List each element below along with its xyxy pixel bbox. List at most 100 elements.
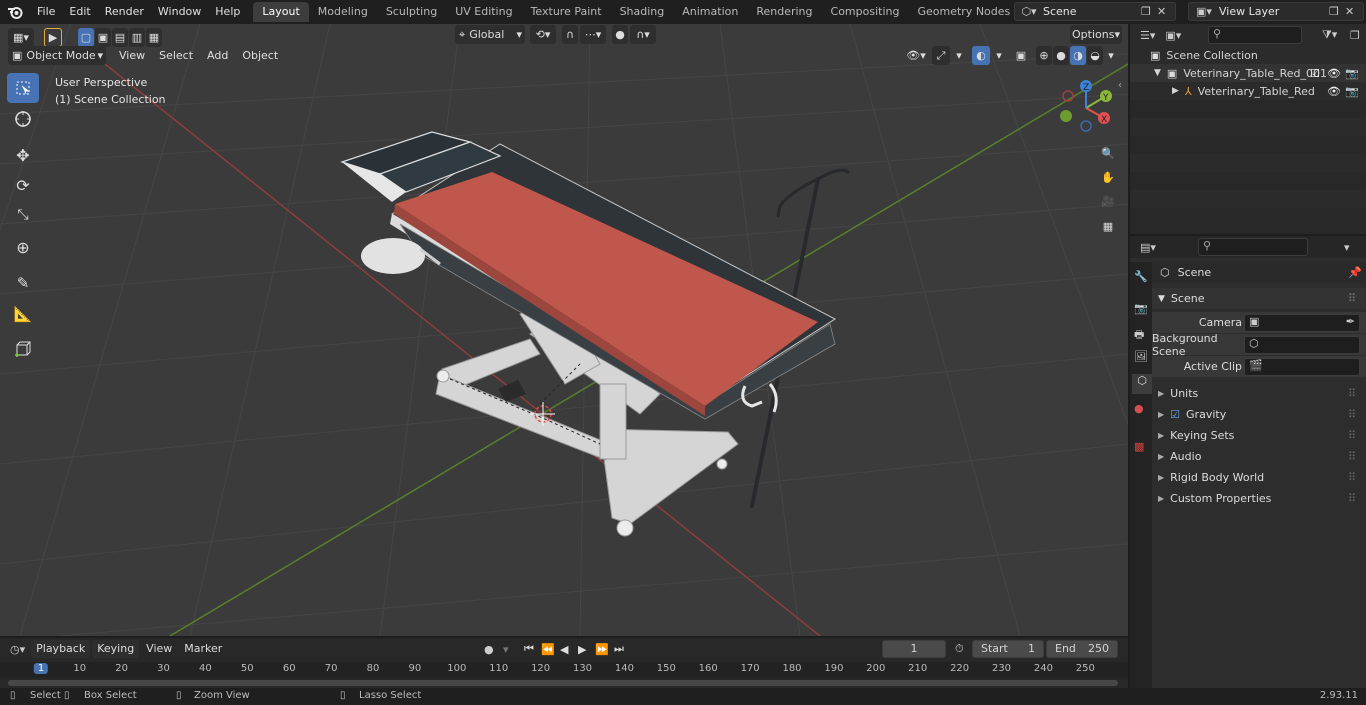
prev-keyframe-icon[interactable]: ⏪ bbox=[541, 643, 555, 656]
select-extend-icon[interactable]: ▣ bbox=[95, 28, 111, 47]
display-mode-icon[interactable]: ▣▾ bbox=[1165, 29, 1181, 42]
section-units[interactable]: ▶ Units ⠿ bbox=[1152, 383, 1366, 404]
menu-file[interactable]: File bbox=[30, 0, 62, 24]
pin-icon[interactable]: 📌 bbox=[1348, 266, 1362, 279]
annotate-tool-icon[interactable]: ✎ bbox=[7, 268, 39, 298]
gravity-checkbox[interactable]: ☑ bbox=[1170, 408, 1180, 421]
menu-window[interactable]: Window bbox=[151, 0, 208, 24]
timeline-menu-view[interactable]: View bbox=[141, 640, 177, 658]
active-clip-field[interactable]: 🎬 bbox=[1244, 358, 1360, 376]
start-frame-field[interactable]: Start 1 bbox=[972, 640, 1044, 658]
tab-shading[interactable]: Shading bbox=[611, 2, 674, 22]
cursor-tool-icon[interactable] bbox=[7, 104, 39, 134]
select-new-icon[interactable]: ▢ bbox=[78, 28, 94, 47]
section-gravity[interactable]: ▶ ☑ Gravity ⠿ bbox=[1152, 404, 1366, 425]
gizmo-dropdown-icon[interactable]: ▾ bbox=[952, 46, 966, 65]
overlay-toggle-icon[interactable]: ◐ bbox=[972, 46, 990, 65]
play-reverse-icon[interactable]: ◀ bbox=[560, 643, 568, 656]
select-intersect-icon[interactable]: ▦ bbox=[146, 28, 162, 47]
scene-tab-icon[interactable]: ⬡ bbox=[1132, 374, 1152, 394]
filter-icon[interactable]: ⧩▾ bbox=[1322, 28, 1337, 42]
select-invert-icon[interactable]: ▥ bbox=[129, 28, 145, 47]
preview-range-icon[interactable]: ⏱ bbox=[955, 642, 964, 656]
play-icon[interactable]: ▶ bbox=[578, 643, 586, 656]
chevron-down-icon[interactable]: ▾ bbox=[1344, 241, 1350, 254]
section-rigid-body-world[interactable]: ▶ Rigid Body World ⠿ bbox=[1152, 467, 1366, 488]
end-frame-field[interactable]: End 250 bbox=[1046, 640, 1118, 658]
outliner-item-collection[interactable]: ▼ ▣ Veterinary_Table_Red_001 ☑ 👁 📷 bbox=[1130, 64, 1366, 82]
drag-handle-icon[interactable]: ⠿ bbox=[1348, 408, 1356, 421]
blender-logo-icon[interactable] bbox=[0, 0, 30, 24]
move-tool-icon[interactable]: ✥ bbox=[7, 140, 39, 170]
tab-animation[interactable]: Animation bbox=[673, 2, 747, 22]
tool-tab-icon[interactable]: 🔧 bbox=[1134, 270, 1148, 283]
new-view-layer-icon[interactable]: ❐ bbox=[1329, 5, 1345, 18]
expand-arrow-icon[interactable]: ▶ bbox=[1172, 86, 1179, 96]
transform-tool-icon[interactable]: ⊕ bbox=[7, 232, 39, 262]
proportional-falloff-button[interactable]: ∩▾ bbox=[630, 25, 656, 44]
background-scene-field[interactable]: ⬡ bbox=[1244, 336, 1360, 354]
keying-dropdown-icon[interactable]: ▾ bbox=[503, 643, 509, 656]
visibility-selectability-button[interactable]: 👁▾ bbox=[902, 46, 930, 65]
scale-tool-icon[interactable]: ⤡ bbox=[7, 200, 39, 230]
timeline-menu-marker[interactable]: Marker bbox=[179, 640, 227, 658]
snap-target-button[interactable]: ⋯▾ bbox=[580, 25, 606, 44]
editor-type-button[interactable]: ▦▾ bbox=[8, 28, 34, 47]
visibility-eye-icon[interactable]: 👁 bbox=[1327, 67, 1341, 80]
tab-modeling[interactable]: Modeling bbox=[309, 2, 377, 22]
section-custom-properties[interactable]: ▶ Custom Properties ⠿ bbox=[1152, 488, 1366, 509]
ortho-toggle-icon[interactable]: ▦ bbox=[1097, 215, 1119, 237]
timeline-menu-keying[interactable]: Keying bbox=[92, 640, 140, 658]
jump-start-icon[interactable]: ⏮ bbox=[524, 642, 534, 656]
wireframe-shading-icon[interactable]: ⊕ bbox=[1036, 46, 1052, 65]
menu-edit[interactable]: Edit bbox=[62, 0, 97, 24]
drag-handle-icon[interactable]: ⠿ bbox=[1348, 387, 1356, 400]
delete-view-layer-icon[interactable]: ✕ bbox=[1345, 5, 1363, 18]
view-layer-tab-icon[interactable]: 🖼 bbox=[1134, 350, 1148, 363]
scene-selector[interactable]: ⬡▾ Scene ❐ ✕ bbox=[1014, 2, 1176, 21]
viewport-canvas[interactable] bbox=[0, 24, 1128, 636]
drag-handle-icon[interactable]: ⠿ bbox=[1348, 292, 1356, 305]
delete-scene-icon[interactable]: ✕ bbox=[1157, 5, 1175, 18]
tab-uv-editing[interactable]: UV Editing bbox=[446, 2, 521, 22]
measure-tool-icon[interactable]: 📐 bbox=[7, 299, 39, 329]
properties-editor-icon[interactable]: ▤▾ bbox=[1140, 241, 1156, 254]
texture-tab-icon[interactable]: ▩ bbox=[1134, 440, 1144, 453]
timeline-scrollbar[interactable] bbox=[8, 680, 1118, 686]
section-keying-sets[interactable]: ▶ Keying Sets ⠿ bbox=[1152, 425, 1366, 446]
jump-end-icon[interactable]: ⏭ bbox=[614, 642, 624, 656]
view-layer-selector[interactable]: ▣▾ View Layer ❐ ✕ bbox=[1188, 2, 1364, 21]
tab-sculpting[interactable]: Sculpting bbox=[377, 2, 446, 22]
navigation-gizmo[interactable]: X Y Z bbox=[1058, 78, 1120, 138]
viewport-menu-view[interactable]: View bbox=[112, 46, 152, 65]
rendered-shading-icon[interactable]: ◒ bbox=[1087, 46, 1103, 65]
viewport-menu-add[interactable]: Add bbox=[200, 46, 235, 65]
solid-shading-icon[interactable]: ● bbox=[1053, 46, 1069, 65]
drag-handle-icon[interactable]: ⠿ bbox=[1348, 471, 1356, 484]
3d-viewport[interactable]: ▦▾ ▶ ▢ ▣ ▤ ▥ ▦ ⌖ Global ▾ ⟲▾ ∩ ⋯▾ ● ∩▾ O… bbox=[0, 24, 1128, 636]
select-box-tool-icon[interactable] bbox=[7, 73, 39, 103]
world-tab-icon[interactable]: ● bbox=[1134, 402, 1144, 415]
tab-compositing[interactable]: Compositing bbox=[822, 2, 909, 22]
transform-orientation-dropdown[interactable]: ⌖ Global ▾ bbox=[455, 25, 525, 44]
render-tab-icon[interactable]: 📷 bbox=[1134, 302, 1148, 315]
menu-help[interactable]: Help bbox=[208, 0, 247, 24]
next-keyframe-icon[interactable]: ⏩ bbox=[595, 643, 609, 656]
select-subtract-icon[interactable]: ▤ bbox=[112, 28, 128, 47]
object-mode-dropdown[interactable]: ▣ Object Mode ▾ bbox=[8, 46, 106, 65]
timeline-editor-icon[interactable]: ◷▾ bbox=[10, 643, 25, 656]
section-audio[interactable]: ▶ Audio ⠿ bbox=[1152, 446, 1366, 467]
tab-geometry-nodes[interactable]: Geometry Nodes bbox=[908, 2, 1019, 22]
drag-handle-icon[interactable]: ⠿ bbox=[1348, 450, 1356, 463]
exclude-checkbox-icon[interactable]: ☑ bbox=[1310, 67, 1320, 80]
rotate-tool-icon[interactable]: ⟳ bbox=[7, 170, 39, 200]
gizmo-toggle-icon[interactable]: ⤢ bbox=[932, 46, 950, 65]
frame-ruler[interactable]: 1 10 20 30 40 50 60 70 80 90 100 110 120 130 140 150 160… bbox=[0, 662, 1128, 678]
timeline-menu-playback[interactable]: Playback bbox=[31, 640, 91, 658]
snap-toggle-icon[interactable]: ∩ bbox=[562, 25, 578, 44]
material-shading-icon[interactable]: ◑ bbox=[1070, 46, 1086, 65]
sidebar-toggle-icon[interactable]: ‹ bbox=[1118, 80, 1122, 91]
visibility-eye-icon[interactable]: 👁 bbox=[1327, 85, 1341, 98]
outliner-search-input[interactable]: ⚲ bbox=[1208, 26, 1302, 44]
add-cube-tool-icon[interactable] bbox=[7, 334, 39, 364]
